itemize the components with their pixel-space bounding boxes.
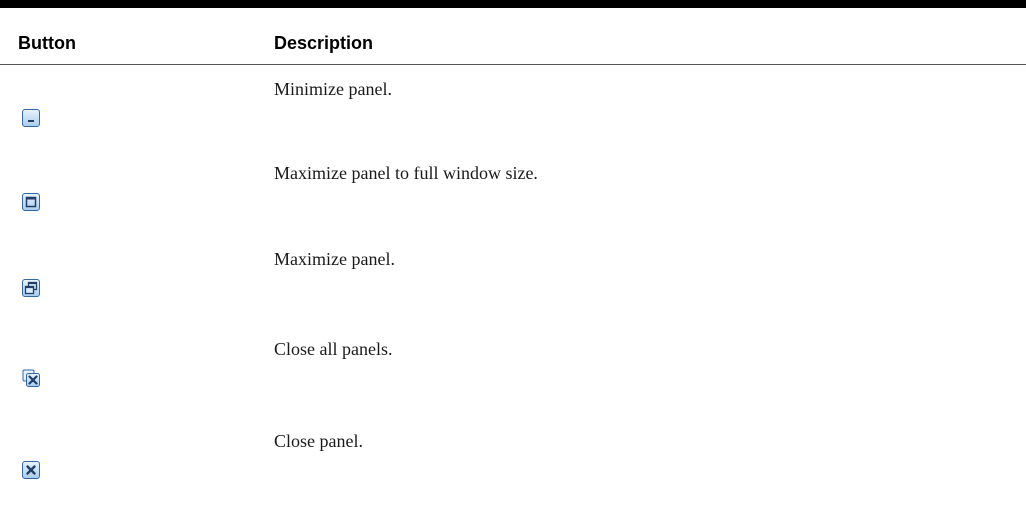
table-top-rule: [0, 0, 1026, 8]
table-row: Maximize panel to full window size.: [0, 149, 1026, 235]
maximize-icon[interactable]: [22, 193, 40, 211]
table-row: Close panel.: [0, 417, 1026, 507]
table-header-row: Button Description: [0, 8, 1026, 65]
close-all-icon[interactable]: [22, 369, 40, 387]
table-row: Minimize panel.: [0, 65, 1026, 149]
row-description: Maximize panel to full window size.: [274, 163, 538, 183]
table-row: Maximize panel.: [0, 235, 1026, 325]
close-icon[interactable]: [22, 461, 40, 479]
minimize-icon[interactable]: [22, 109, 40, 127]
column-header-button: Button: [18, 33, 76, 53]
row-description: Minimize panel.: [274, 79, 392, 99]
row-description: Close all panels.: [274, 339, 393, 359]
button-description-table: Button Description Minimize panel. Maxim…: [0, 0, 1026, 507]
row-description: Close panel.: [274, 431, 363, 451]
table-row: Close all panels.: [0, 325, 1026, 417]
column-header-description: Description: [274, 33, 374, 53]
row-description: Maximize panel.: [274, 249, 395, 269]
restore-icon[interactable]: [22, 279, 40, 297]
